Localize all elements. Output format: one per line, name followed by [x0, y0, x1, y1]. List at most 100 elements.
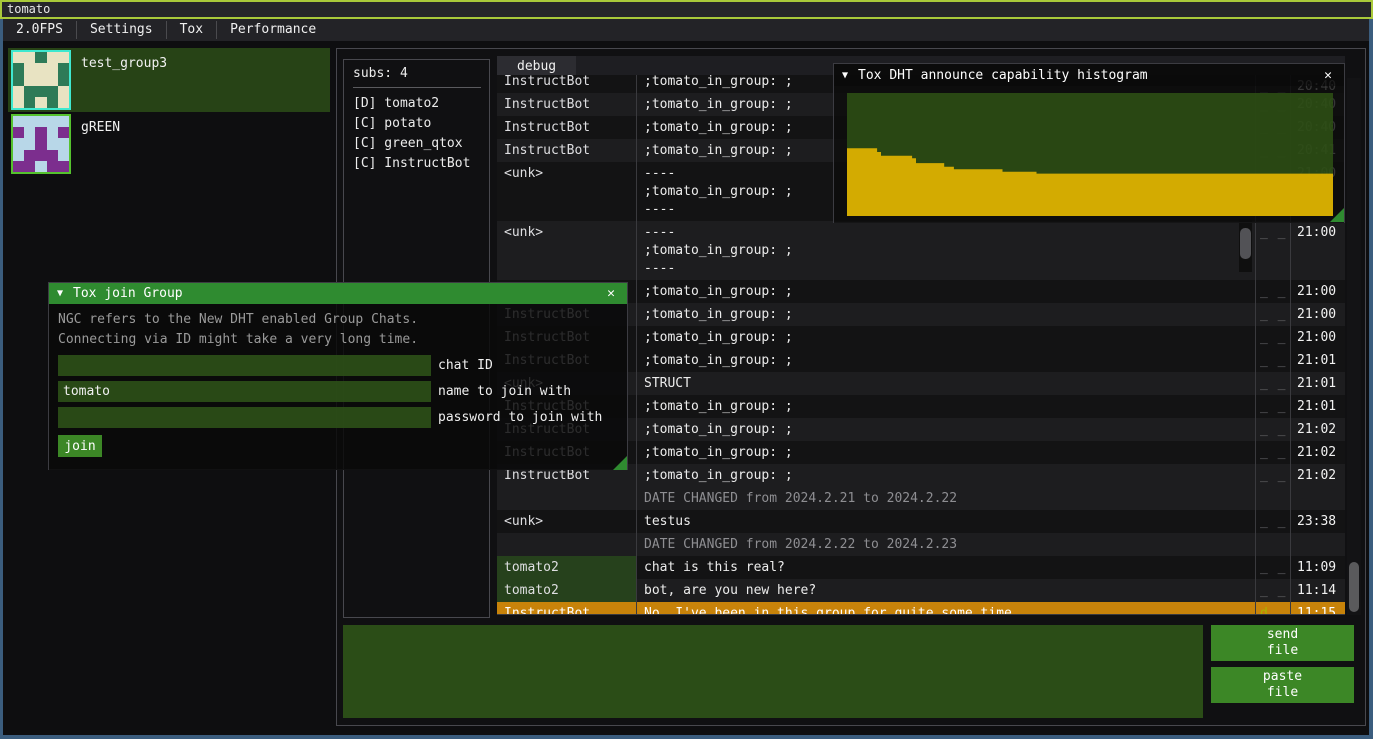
message-author: InstructBot [497, 139, 637, 162]
message-text: ;tomato_in_group: ; [637, 280, 1256, 303]
name-to-join-with-input[interactable] [58, 381, 431, 402]
message-timestamp [1291, 533, 1344, 556]
window-titlebar[interactable]: tomato [0, 0, 1373, 19]
message-text: DATE CHANGED from 2024.2.22 to 2024.2.23 [637, 533, 1256, 556]
message-row[interactable]: tomato2bot, are you new here?_ _11:14 [497, 579, 1345, 602]
field-label: chat ID [438, 358, 493, 373]
member-item[interactable]: [C] InstructBot [353, 154, 489, 174]
date-change-row[interactable]: DATE CHANGED from 2024.2.22 to 2024.2.23 [497, 533, 1345, 556]
window-frame-right [1369, 19, 1373, 739]
message-text: No, I've been in this group for quite so… [637, 602, 1256, 615]
member-item[interactable]: [C] potato [353, 114, 489, 134]
join-group-window: ▼ Tox join Group ✕ NGC refers to the New… [48, 282, 628, 470]
inner-scrollbar[interactable] [1239, 219, 1252, 272]
password-to-join-with-input[interactable] [58, 407, 431, 428]
message-timestamp: 11:09 [1291, 556, 1344, 579]
message-text: chat is this real? [637, 556, 1256, 579]
field-label: name to join with [438, 384, 571, 399]
scrollbar-thumb[interactable] [1349, 562, 1359, 612]
join-window-title: Tox join Group [73, 286, 603, 301]
message-text: ;tomato_in_group: ; [637, 464, 1256, 487]
message-text: ;tomato_in_group: ; [637, 395, 1256, 418]
field-label: password to join with [438, 410, 602, 425]
message-author [497, 487, 637, 510]
message-text: ----;tomato_in_group: ;---- [637, 221, 1256, 280]
message-text: STRUCT [637, 372, 1256, 395]
message-timestamp: 21:01 [1291, 372, 1344, 395]
hist-window-title: Tox DHT announce capability histogram [858, 68, 1320, 83]
chat-input[interactable] [343, 625, 1203, 718]
message-status: _ _ [1256, 303, 1291, 326]
message-status: _ _ [1256, 280, 1291, 303]
join-field-row: name to join with [58, 381, 627, 402]
message-timestamp: 21:01 [1291, 395, 1344, 418]
message-author: InstructBot [497, 116, 637, 139]
resize-grip-icon[interactable] [1330, 208, 1344, 222]
menu-item-2-0fps[interactable]: 2.0FPS [3, 19, 76, 41]
message-text: DATE CHANGED from 2024.2.21 to 2024.2.22 [637, 487, 1256, 510]
message-status: _ _ [1256, 326, 1291, 349]
message-author: tomato2 [497, 556, 637, 579]
message-row[interactable]: InstructBotNo, I've been in this group f… [497, 602, 1345, 615]
message-text: ;tomato_in_group: ; [637, 349, 1256, 372]
message-author [497, 533, 637, 556]
menu-item-performance[interactable]: Performance [217, 19, 329, 41]
message-row[interactable]: <unk>testus_ _23:38 [497, 510, 1345, 533]
message-author: <unk> [497, 221, 637, 280]
message-text: ;tomato_in_group: ; [637, 441, 1256, 464]
date-change-row[interactable]: DATE CHANGED from 2024.2.21 to 2024.2.22 [497, 487, 1345, 510]
message-status: _ _ [1256, 556, 1291, 579]
sidebar-group-test_group3[interactable]: test_group3 [8, 48, 330, 112]
paste-file-button[interactable]: paste file [1211, 667, 1354, 703]
message-timestamp: 21:02 [1291, 441, 1344, 464]
dht-histogram-window: ▼ Tox DHT announce capability histogram … [833, 63, 1345, 223]
inner-scrollbar-thumb[interactable] [1240, 228, 1251, 259]
close-icon[interactable]: ✕ [1320, 68, 1336, 83]
message-timestamp: 11:15 [1291, 602, 1344, 615]
message-timestamp: 11:14 [1291, 579, 1344, 602]
message-author: InstructBot [497, 75, 637, 93]
sidebar-group-gREEN[interactable]: gREEN [8, 112, 330, 176]
message-timestamp [1291, 487, 1344, 510]
messages-scrollbar[interactable] [1347, 78, 1361, 615]
message-timestamp: 21:00 [1291, 221, 1344, 280]
dht-histogram-plot [847, 93, 1333, 216]
menu-item-settings[interactable]: Settings [77, 19, 166, 41]
message-text: ;tomato_in_group: ; [637, 303, 1256, 326]
member-item[interactable]: [D] tomato2 [353, 94, 489, 114]
message-status: _ _ [1256, 418, 1291, 441]
collapse-arrow-icon[interactable]: ▼ [842, 70, 848, 81]
message-author: InstructBot [497, 602, 637, 615]
message-timestamp: 21:00 [1291, 280, 1344, 303]
member-item[interactable]: [C] green_qtox [353, 134, 489, 154]
collapse-arrow-icon[interactable]: ▼ [57, 288, 63, 299]
message-author: tomato2 [497, 579, 637, 602]
message-timestamp: 21:00 [1291, 326, 1344, 349]
hist-window-body [834, 86, 1344, 223]
menu-bar: 2.0FPSSettingsToxPerformance [3, 19, 1369, 41]
message-row[interactable]: <unk>----;tomato_in_group: ;----_ _21:00 [497, 221, 1345, 280]
message-text: ;tomato_in_group: ; [637, 418, 1256, 441]
join-button[interactable]: join [58, 435, 102, 457]
message-timestamp: 21:01 [1291, 349, 1344, 372]
group-avatar [11, 114, 71, 174]
message-timestamp: 21:02 [1291, 418, 1344, 441]
message-row[interactable]: tomato2chat is this real?_ _11:09 [497, 556, 1345, 579]
join-window-titlebar[interactable]: ▼ Tox join Group ✕ [49, 283, 627, 304]
close-icon[interactable]: ✕ [603, 286, 619, 301]
group-name: test_group3 [81, 56, 167, 71]
hist-window-titlebar[interactable]: ▼ Tox DHT announce capability histogram … [834, 64, 1344, 86]
group-name: gREEN [81, 120, 120, 135]
join-description-line2: Connecting via ID might take a very long… [58, 330, 627, 350]
send-file-button[interactable]: send file [1211, 625, 1354, 661]
menu-item-tox[interactable]: Tox [167, 19, 216, 41]
message-status [1256, 487, 1291, 510]
resize-grip-icon[interactable] [613, 456, 627, 470]
join-window-body: NGC refers to the New DHT enabled Group … [49, 304, 627, 470]
message-status: _ _ [1256, 441, 1291, 464]
message-status: _ _ [1256, 349, 1291, 372]
subs-count: subs: 4 [353, 66, 489, 81]
join-field-row: chat ID [58, 355, 627, 376]
separator [353, 87, 481, 88]
chat-id-input[interactable] [58, 355, 431, 376]
